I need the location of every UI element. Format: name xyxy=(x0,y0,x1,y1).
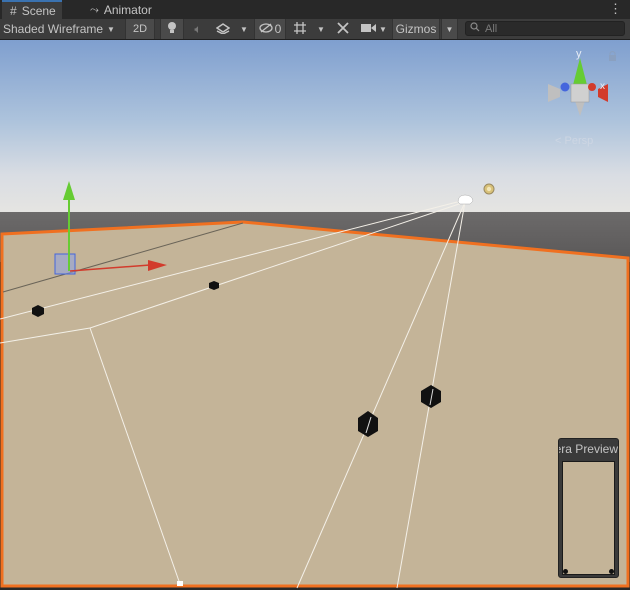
grid-toggle[interactable] xyxy=(288,19,312,39)
tab-label: Animator xyxy=(103,3,152,17)
hash-grid-icon: # xyxy=(10,3,17,18)
axis-x-label: x xyxy=(600,81,605,92)
ground-plane[interactable] xyxy=(0,220,630,588)
axis-y-label: y xyxy=(576,48,582,60)
chevron-down-icon: ▼ xyxy=(445,24,454,34)
chevron-down-icon: ▼ xyxy=(317,24,325,34)
gizmos-button[interactable]: Gizmos xyxy=(392,19,440,39)
2d-mode-button[interactable]: 2D xyxy=(125,19,155,39)
persp-text: Persp xyxy=(564,135,594,147)
2d-mode-label: 2D xyxy=(132,23,148,35)
chevron-down-icon: ▼ xyxy=(379,24,387,34)
hidden-eye-icon xyxy=(259,22,273,36)
vertex-marker xyxy=(177,581,183,586)
gizmos-label: Gizmos xyxy=(395,22,437,36)
tools-button[interactable] xyxy=(332,19,354,39)
preview-corner xyxy=(609,569,614,574)
animator-icon: ⤳ xyxy=(90,3,99,16)
camera-preview-title: Camera Preview xyxy=(559,442,618,456)
tab-bar: # Scene ⤳ Animator ⋮ xyxy=(0,0,630,19)
speaker-icon: 🔈︎ xyxy=(194,21,202,36)
video-camera-icon xyxy=(360,22,376,36)
scene-viewport[interactable]: y x < Persp Camera Preview xyxy=(0,40,630,590)
preview-corner xyxy=(563,569,568,574)
shading-mode-dropdown[interactable]: Shaded Wireframe ▼ xyxy=(3,19,121,39)
tab-animator[interactable]: ⤳ Animator xyxy=(82,1,160,19)
gizmos-dropdown[interactable]: ▼ xyxy=(441,19,458,39)
tools-icon xyxy=(336,21,350,38)
scene-canvas[interactable]: y x xyxy=(0,40,630,590)
audio-toggle[interactable]: 🔈︎ xyxy=(186,19,210,39)
sky xyxy=(0,40,630,220)
lightbulb-icon xyxy=(166,21,178,37)
persp-chevron-icon: < xyxy=(555,135,562,147)
light-gizmo[interactable] xyxy=(483,183,495,195)
effects-toggle[interactable] xyxy=(210,19,236,39)
camera-preview-overlay[interactable]: Camera Preview xyxy=(558,438,619,578)
search-icon xyxy=(470,22,480,35)
chevron-down-icon: ▼ xyxy=(240,24,248,34)
search-field[interactable]: All xyxy=(465,21,625,36)
shading-mode-value: Shaded Wireframe xyxy=(3,22,104,36)
z-axis-cap xyxy=(560,82,570,92)
more-options-icon[interactable]: ⋮ xyxy=(609,2,622,16)
camera-preview-screen xyxy=(562,461,615,575)
search-placeholder: All xyxy=(485,22,498,35)
tab-label: Scene xyxy=(21,3,56,18)
effects-dropdown[interactable]: ▼ xyxy=(236,19,252,39)
scene-toolbar: Shaded Wireframe ▼ 2D 🔈︎ ▼ 0 ▼ ▼ Gizmos … xyxy=(0,19,630,40)
camera-settings-button[interactable] xyxy=(358,19,378,39)
grid-icon xyxy=(293,21,307,38)
effects-icon xyxy=(215,22,231,37)
grid-dropdown[interactable]: ▼ xyxy=(313,19,329,39)
chevron-down-icon: ▼ xyxy=(107,24,115,34)
lighting-toggle[interactable] xyxy=(160,19,184,39)
projection-label[interactable]: < Persp xyxy=(555,135,593,147)
hidden-count: 0 xyxy=(274,22,282,36)
tab-scene[interactable]: # Scene xyxy=(2,0,62,19)
camera-settings-dropdown[interactable]: ▼ xyxy=(376,19,390,39)
scene-visibility-toggle[interactable]: 0 xyxy=(254,19,286,39)
